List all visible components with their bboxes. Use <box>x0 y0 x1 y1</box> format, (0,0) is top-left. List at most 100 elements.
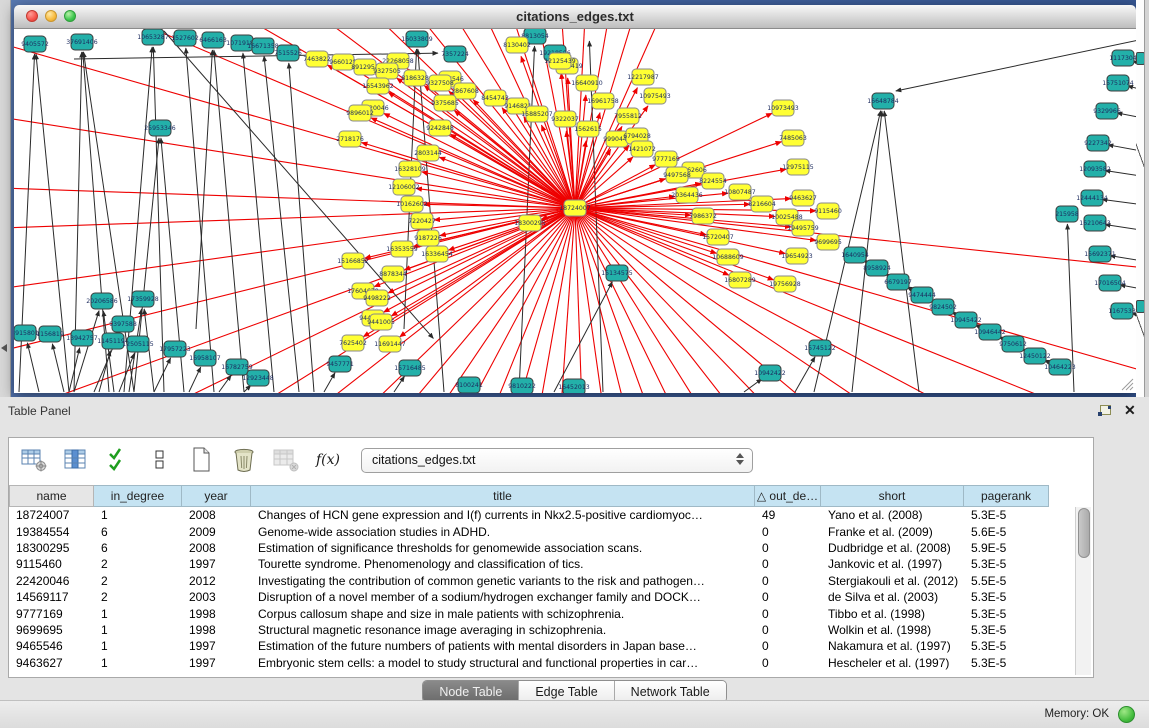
new-column-icon[interactable] <box>187 445 217 475</box>
table-cell: 2009 <box>182 525 251 539</box>
delete-column-icon[interactable] <box>229 445 259 475</box>
graph-node-label: 1640954 <box>841 252 869 259</box>
graph-edge-selected[interactable] <box>575 208 1136 344</box>
function-icon[interactable]: f(x) <box>313 445 343 475</box>
graph-node-label: 20206586 <box>86 298 118 305</box>
table-cell: 5.3E-5 <box>964 557 1049 571</box>
table-selector-dropdown[interactable]: citations_edges.txt <box>361 448 753 473</box>
graph-node-label: 10942422 <box>754 370 786 377</box>
graph-edge[interactable] <box>394 376 404 392</box>
table-cell: Structural magnetic resonance image aver… <box>251 623 755 637</box>
memory-ok-indicator[interactable] <box>1118 706 1135 723</box>
table-mode-icon[interactable] <box>19 445 49 475</box>
graph-edge[interactable] <box>27 343 39 392</box>
graph-edge[interactable] <box>1108 145 1136 157</box>
results-panel-splitter[interactable] <box>1144 0 1149 397</box>
graph-edge[interactable] <box>52 344 64 392</box>
graph-edge[interactable] <box>896 39 1136 91</box>
graph-edge[interactable] <box>884 111 919 392</box>
column-header-in_degree[interactable]: in_degree <box>94 485 182 507</box>
column-header-short[interactable]: short <box>821 485 964 507</box>
resize-grip[interactable] <box>1118 375 1134 391</box>
delete-table-icon[interactable] <box>271 445 301 475</box>
graph-node-label: 9397588 <box>109 321 137 328</box>
column-header-pagerank[interactable]: pagerank <box>964 485 1049 507</box>
graph-node-label: 16782759 <box>221 364 253 371</box>
table-cell: 5.9E-5 <box>964 541 1049 555</box>
graph-edge[interactable] <box>196 50 212 329</box>
graph-node-label: 6466163 <box>199 37 227 44</box>
graph-edge[interactable] <box>219 375 231 392</box>
graph-edge[interactable] <box>554 282 612 392</box>
graph-node-label: 2718176 <box>336 136 364 143</box>
table-cell: 9777169 <box>9 607 94 621</box>
graph-node-label: 10807487 <box>724 189 756 196</box>
graph-node-label: 8224554 <box>699 178 727 185</box>
column-header-out_degree[interactable]: △ out_de… <box>755 485 821 507</box>
column-header-title[interactable]: title <box>251 485 755 507</box>
graph-node-label: 7463822 <box>303 56 331 63</box>
select-rows-icon[interactable] <box>103 445 133 475</box>
graph-node-label: 16640910 <box>571 80 603 87</box>
table-cell: 0 <box>755 541 821 555</box>
graph-edge[interactable] <box>153 47 164 392</box>
graph-edge[interactable] <box>189 367 201 392</box>
graph-edge-selected[interactable] <box>14 163 575 208</box>
graph-edge-selected[interactable] <box>450 134 575 208</box>
graph-edge[interactable] <box>795 357 815 392</box>
graph-edge-selected[interactable] <box>575 29 1104 208</box>
table-row[interactable]: 977716911998Corpus callosum shape and si… <box>9 605 1067 621</box>
table-cell: Estimation of significance thresholds fo… <box>251 541 755 555</box>
row-height-icon[interactable] <box>145 445 175 475</box>
tab-network-table[interactable]: Network Table <box>614 681 726 702</box>
graph-node-label: 9810222 <box>508 383 536 390</box>
graph-node-label: 16961758 <box>587 98 619 105</box>
table-cell: Hescheler et al. (1997) <box>821 656 964 670</box>
citation-network-graph[interactable]: 9405572376914061065328715276026466163107… <box>14 29 1136 393</box>
table-cell: 2012 <box>182 574 251 588</box>
tab-node-table[interactable]: Node Table <box>423 681 518 702</box>
table-panel-titlebar[interactable]: Table Panel ✕ <box>0 397 1149 425</box>
table-row[interactable]: 1830029562008Estimation of significance … <box>9 540 1067 556</box>
column-visibility-icon[interactable] <box>61 445 91 475</box>
network-view-canvas[interactable]: 9405572376914061065328715276026466163107… <box>14 29 1136 393</box>
graph-edge[interactable] <box>74 311 99 392</box>
tab-edge-table[interactable]: Edge Table <box>518 681 613 702</box>
table-row[interactable]: 946554611997Estimation of the future num… <box>9 638 1067 654</box>
graph-edge[interactable] <box>324 373 335 392</box>
table-row[interactable]: 969969511998Structural magnetic resonanc… <box>9 622 1067 638</box>
graph-node-label: 9327508 <box>426 80 454 87</box>
graph-node-label: 20364436 <box>671 192 703 199</box>
table-row[interactable]: 946362711997Embryonic stem cells: a mode… <box>9 655 1067 671</box>
table-row[interactable]: 1938455462009Genome-wide association stu… <box>9 523 1067 539</box>
table-vertical-scrollbar[interactable] <box>1075 507 1091 675</box>
table-row[interactable]: 2242004622012Investigating the contribut… <box>9 573 1067 589</box>
graph-node-label: 16958107 <box>189 355 221 362</box>
float-panel-icon[interactable] <box>1098 405 1111 417</box>
column-header-year[interactable]: year <box>182 485 251 507</box>
graph-node-label: 9824502 <box>929 304 957 311</box>
table-cell: 0 <box>755 639 821 653</box>
table-row[interactable]: 1872400712008Changes of HCN gene express… <box>9 507 1067 523</box>
table-row[interactable]: 911546021997Tourette syndrome. Phenomeno… <box>9 556 1067 572</box>
control-panel-splitter[interactable] <box>0 0 11 397</box>
table-cell: 1 <box>94 656 182 670</box>
graph-node-label: 8100241 <box>455 382 483 389</box>
graph-edge[interactable] <box>134 138 159 392</box>
graph-node-label: 2803144 <box>414 150 442 157</box>
column-header-name[interactable]: name <box>9 485 94 507</box>
scrollbar-thumb[interactable] <box>1078 508 1090 558</box>
splitter-collapse-icon[interactable] <box>1 344 7 352</box>
graph-node-label: 3915801 <box>14 330 39 337</box>
network-window-titlebar[interactable]: citations_edges.txt <box>14 5 1136 29</box>
graph-node-label: 7955812 <box>614 113 642 120</box>
table-cell: Wolkin et al. (1998) <box>821 623 964 637</box>
graph-node-label: 8878344 <box>379 271 407 278</box>
close-panel-icon[interactable]: ✕ <box>1124 402 1136 419</box>
network-window[interactable]: citations_edges.txt 94055723769140610653… <box>14 5 1136 393</box>
table-row[interactable]: 1456911722003Disruption of a novel membe… <box>9 589 1067 605</box>
table-cell: Nakamura et al. (1997) <box>821 639 964 653</box>
graph-edge[interactable] <box>154 358 171 392</box>
graph-edge[interactable] <box>289 63 314 392</box>
graph-node-label: 12106002 <box>388 184 420 191</box>
